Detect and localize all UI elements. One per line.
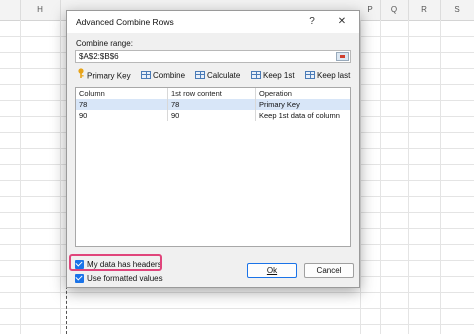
corner-cell — [0, 0, 21, 20]
cell-operation: Primary Key — [259, 100, 300, 109]
column-header-p[interactable]: P — [360, 0, 381, 20]
operation-toolbar: Primary Key Combine Calculate Keep 1st K… — [75, 68, 355, 83]
gridline-column — [440, 20, 441, 334]
dialog-titlebar[interactable]: Advanced Combine Rows ? ✕ — [67, 11, 359, 33]
gridline-column — [408, 20, 409, 334]
keep-first-button[interactable]: Keep 1st — [251, 69, 295, 83]
column-header-h[interactable]: H — [20, 0, 61, 20]
gridline-column — [380, 20, 381, 334]
cell-operation: Keep 1st data of column — [259, 111, 340, 120]
gridline-column — [60, 20, 61, 334]
checkbox-checked-icon[interactable] — [75, 274, 84, 283]
primary-key-label: Primary Key — [87, 71, 131, 81]
keep-first-label: Keep 1st — [263, 71, 295, 80]
column-header-r[interactable]: R — [408, 0, 441, 20]
keep-first-icon — [251, 71, 261, 79]
gridline-column — [20, 20, 21, 334]
combine-label: Combine — [153, 71, 186, 80]
gridline-column — [360, 20, 361, 334]
combine-button[interactable]: Combine — [141, 69, 185, 83]
cell-first-row-content: 78 — [168, 99, 256, 110]
keep-last-icon — [305, 71, 315, 79]
columns-table: Column 1st row content Operation 78 78 P… — [75, 87, 351, 247]
use-formatted-values-label: Use formatted values — [87, 274, 163, 283]
table-row[interactable]: 90 90 Keep 1st data of column — [76, 110, 350, 121]
dialog-title: Advanced Combine Rows — [76, 17, 174, 27]
table-row[interactable]: 78 78 Primary Key — [76, 99, 350, 110]
close-icon[interactable]: ✕ — [333, 14, 351, 30]
advanced-combine-rows-dialog: Advanced Combine Rows ? ✕ Combine range:… — [66, 10, 360, 288]
cancel-button-label: Cancel — [316, 266, 342, 275]
column-header-column[interactable]: Column — [76, 88, 168, 99]
combine-range-input[interactable]: $A$2:$B$6 — [75, 50, 351, 63]
gridline-row — [0, 308, 474, 309]
ok-button-label: Ok — [266, 266, 278, 275]
combine-icon — [141, 71, 151, 79]
help-icon[interactable]: ? — [303, 14, 321, 30]
column-header-first-row-content[interactable]: 1st row content — [168, 88, 256, 99]
calculate-icon — [195, 71, 205, 79]
cell-column: 90 — [76, 110, 168, 121]
gridline-row — [0, 292, 474, 293]
keep-last-label: Keep last — [317, 71, 351, 80]
calculate-button[interactable]: Calculate — [195, 69, 240, 83]
cell-first-row-content: 90 — [168, 110, 256, 121]
calculate-label: Calculate — [207, 71, 241, 80]
keep-last-button[interactable]: Keep last — [305, 69, 350, 83]
cell-column: 78 — [76, 99, 168, 110]
gridline-row — [0, 324, 474, 325]
combine-range-value: $A$2:$B$6 — [79, 52, 119, 61]
ok-button[interactable]: Ok — [247, 263, 297, 278]
combine-range-label: Combine range: — [76, 39, 133, 48]
select-range-icon[interactable] — [336, 52, 349, 61]
column-header-q[interactable]: Q — [380, 0, 409, 20]
cancel-button[interactable]: Cancel — [304, 263, 354, 278]
primary-key-button[interactable]: Primary Key — [77, 68, 131, 83]
column-header-operation[interactable]: Operation — [256, 88, 350, 99]
highlight-annotation-box — [69, 254, 162, 271]
column-header-s[interactable]: S — [440, 0, 474, 20]
key-icon — [77, 68, 85, 83]
